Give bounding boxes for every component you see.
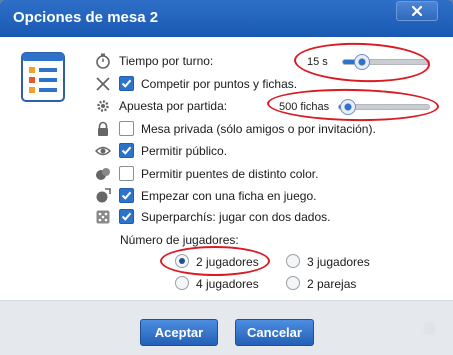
radio-4-players-label[interactable]: 4 jugadores <box>196 277 259 291</box>
checkmark-icon <box>121 212 132 221</box>
start-token-label: Empezar con una ficha en juego. <box>141 189 317 203</box>
checkmark-icon <box>121 146 132 155</box>
allow-public-checkbox[interactable] <box>119 143 134 158</box>
time-slider-thumb[interactable] <box>354 54 371 70</box>
options-dialog: Opciones de mesa 2 Tiempo por turno: 15 … <box>0 0 453 355</box>
gear-icon <box>97 100 109 112</box>
time-per-turn-row: Tiempo por turno: 15 s <box>95 51 440 71</box>
bridge-tokens-icon <box>96 168 110 180</box>
time-per-turn-label: Tiempo por turno: <box>119 54 214 68</box>
radio-2-pairs[interactable] <box>286 276 300 290</box>
close-icon <box>411 5 423 17</box>
bet-slider-thumb[interactable] <box>339 99 356 115</box>
time-per-turn-value: 15 s <box>307 56 328 68</box>
stopwatch-icon <box>96 53 110 69</box>
accept-button[interactable]: Aceptar <box>140 319 218 346</box>
loading-indicator-icon <box>423 322 436 335</box>
radio-4-players[interactable] <box>175 276 189 290</box>
bet-per-game-value: 500 fichas <box>279 101 330 113</box>
private-table-row[interactable]: Mesa privada (sólo amigos o por invitaci… <box>95 119 440 139</box>
lock-icon <box>98 121 108 136</box>
cancel-button[interactable]: Cancelar <box>235 319 314 346</box>
checkmark-icon <box>121 191 132 200</box>
dialog-footer: Aceptar Cancelar <box>0 300 453 355</box>
radio-2-pairs-label[interactable]: 2 parejas <box>307 277 356 291</box>
token-arrow-icon <box>96 188 111 203</box>
radio-3-players-label[interactable]: 3 jugadores <box>307 255 370 269</box>
compete-points-label: Competir por puntos y fichas. <box>141 77 298 91</box>
time-per-turn-slider[interactable] <box>342 54 430 70</box>
compete-points-row[interactable]: Competir por puntos y fichas. <box>95 74 440 94</box>
radio-2-players[interactable] <box>175 254 189 268</box>
private-table-label: Mesa privada (sólo amigos o por invitaci… <box>141 122 376 136</box>
superparchis-label: Superparchís: jugar con dos dados. <box>141 210 331 224</box>
players-label: Número de jugadores: <box>120 233 239 247</box>
dialog-title: Opciones de mesa 2 <box>13 9 159 26</box>
bet-per-game-label: Apuesta por partida: <box>119 99 228 113</box>
allow-bridges-row[interactable]: Permitir puentes de distinto color. <box>95 164 440 184</box>
private-table-checkbox[interactable] <box>119 121 134 136</box>
checkmark-icon <box>121 79 132 88</box>
dialog-content: Tiempo por turno: 15 s Competir por punt… <box>0 37 453 300</box>
eye-icon <box>95 146 111 156</box>
bet-per-game-row: Apuesta por partida: 500 fichas <box>95 96 440 116</box>
allow-bridges-label: Permitir puentes de distinto color. <box>141 167 319 181</box>
crossed-swords-icon <box>96 77 110 91</box>
allow-bridges-checkbox[interactable] <box>119 166 134 181</box>
table-settings-icon <box>21 52 65 102</box>
start-token-checkbox[interactable] <box>119 188 134 203</box>
close-button[interactable] <box>396 1 438 21</box>
superparchis-row[interactable]: Superparchís: jugar con dos dados. <box>95 207 440 227</box>
superparchis-checkbox[interactable] <box>119 209 134 224</box>
radio-3-players[interactable] <box>286 254 300 268</box>
compete-points-checkbox[interactable] <box>119 76 134 91</box>
allow-public-row[interactable]: Permitir público. <box>95 141 440 161</box>
bet-per-game-slider[interactable] <box>338 99 430 115</box>
title-bar: Opciones de mesa 2 <box>0 0 453 37</box>
radio-2-players-label[interactable]: 2 jugadores <box>196 255 259 269</box>
start-token-row[interactable]: Empezar con una ficha en juego. <box>95 186 440 206</box>
dice-icon <box>96 210 110 224</box>
allow-public-label: Permitir público. <box>141 144 228 158</box>
